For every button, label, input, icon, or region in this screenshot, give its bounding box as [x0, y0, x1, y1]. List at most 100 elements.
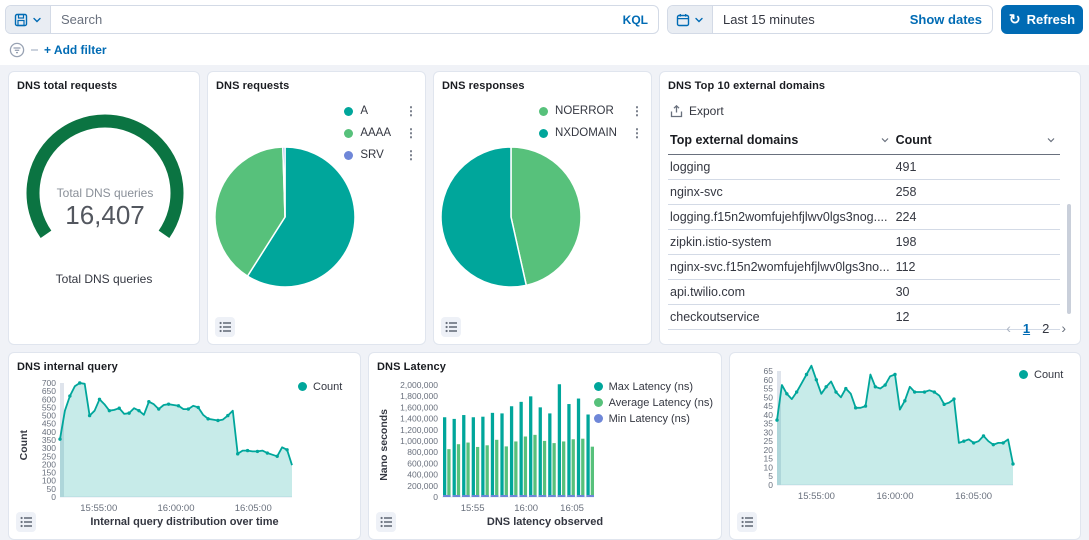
- legend-toggle-icon: [741, 516, 754, 528]
- area-chart[interactable]: 0510152025303540455055606515:55:0016:00:…: [751, 363, 1019, 503]
- legend-item-NXDOMAIN[interactable]: NXDOMAIN⋮: [539, 122, 643, 144]
- pie-chart[interactable]: [438, 144, 584, 290]
- pagination-page-1[interactable]: 1: [1023, 321, 1030, 336]
- bar-chart[interactable]: 0200,000400,000600,000800,0001,000,0001,…: [390, 375, 594, 515]
- x-axis-title: Internal query distribution over time: [17, 516, 352, 528]
- pie-chart[interactable]: [212, 144, 358, 290]
- top-bar: KQL Last 15 minutes Show dates ↻ Refresh: [0, 0, 1089, 65]
- kebab-menu-icon[interactable]: ⋮: [391, 106, 417, 116]
- chevron-down-icon: [694, 15, 704, 25]
- gauge-caption: Total DNS queries: [17, 272, 191, 286]
- kebab-menu-icon[interactable]: ⋮: [617, 106, 643, 116]
- table-row: logging.f15n2womfujehfjlwv0lgs3nog....22…: [668, 205, 1060, 230]
- column-header-count[interactable]: Count: [894, 128, 1060, 155]
- svg-text:15: 15: [764, 454, 774, 464]
- dashboard-grid: DNS total requests Total DNS queries 16,…: [0, 65, 1089, 540]
- pagination-next-icon[interactable]: ›: [1061, 320, 1066, 336]
- calendar-button[interactable]: [668, 6, 713, 33]
- table-scrollbar[interactable]: [1067, 204, 1071, 314]
- legend-dot: [539, 107, 548, 116]
- legend-toggle-button[interactable]: [441, 317, 461, 337]
- kql-button[interactable]: KQL: [613, 13, 658, 27]
- kebab-menu-icon[interactable]: ⋮: [617, 128, 643, 138]
- domain-cell: api.twilio.com: [668, 280, 894, 305]
- legend-item-NOERROR[interactable]: NOERROR⋮: [539, 100, 643, 122]
- pagination-page-2[interactable]: 2: [1042, 321, 1049, 336]
- refresh-icon: ↻: [1009, 11, 1021, 28]
- svg-text:200,000: 200,000: [407, 481, 438, 491]
- svg-text:55: 55: [764, 384, 774, 394]
- export-icon: [670, 105, 683, 118]
- time-range-value[interactable]: Last 15 minutes: [713, 12, 900, 27]
- panel-title: DNS responses: [442, 80, 643, 92]
- panel-top-external-domains: DNS Top 10 external domains Export Top e…: [659, 71, 1081, 345]
- legend-item-A[interactable]: A⋮: [344, 100, 417, 122]
- count-cell: 30: [894, 280, 1060, 305]
- svg-text:16:05:00: 16:05:00: [955, 491, 992, 502]
- table-row: api.twilio.com30: [668, 280, 1060, 305]
- legend-item-Average-Latency-(ns)[interactable]: Average Latency (ns): [594, 397, 713, 409]
- svg-text:35: 35: [764, 419, 774, 429]
- legend-item-Max-Latency-(ns)[interactable]: Max Latency (ns): [594, 381, 713, 393]
- svg-text:1,400,000: 1,400,000: [400, 414, 438, 424]
- legend-dot: [539, 129, 548, 138]
- chart-legend: Count: [298, 375, 342, 515]
- legend-dot: [594, 398, 603, 407]
- pie-legend: NOERROR⋮NXDOMAIN⋮: [539, 100, 643, 144]
- refresh-button[interactable]: ↻ Refresh: [1001, 5, 1083, 34]
- legend-dot: [344, 129, 353, 138]
- legend-toggle-button[interactable]: [737, 512, 757, 532]
- svg-text:2,000,000: 2,000,000: [400, 380, 438, 390]
- svg-text:16:00:00: 16:00:00: [158, 503, 195, 514]
- svg-text:16:05: 16:05: [560, 503, 584, 514]
- saved-query-button[interactable]: [6, 6, 51, 33]
- y-axis-title: [738, 363, 751, 503]
- table-row: nginx-svc.f15n2womfujehfjlwv0lgs3no...11…: [668, 255, 1060, 280]
- svg-text:16:00: 16:00: [514, 503, 538, 514]
- legend-dot: [298, 382, 307, 391]
- svg-text:600,000: 600,000: [407, 458, 438, 468]
- svg-text:0: 0: [768, 480, 773, 490]
- svg-text:700: 700: [42, 378, 56, 388]
- svg-text:25: 25: [764, 436, 774, 446]
- panel-title: DNS requests: [216, 80, 417, 92]
- legend-item-Count[interactable]: Count: [1019, 369, 1063, 381]
- svg-text:60: 60: [764, 375, 774, 385]
- svg-text:30: 30: [764, 427, 774, 437]
- area-chart[interactable]: 0501001502002503003504004505005506006507…: [30, 375, 298, 515]
- table-row: nginx-svc258: [668, 180, 1060, 205]
- legend-toggle-icon: [219, 321, 232, 333]
- legend-toggle-button[interactable]: [215, 317, 235, 337]
- kebab-menu-icon[interactable]: ⋮: [391, 128, 417, 138]
- legend-item-AAAA[interactable]: AAAA⋮: [344, 122, 417, 144]
- legend-item-Min-Latency-(ns)[interactable]: Min Latency (ns): [594, 413, 713, 425]
- table-row: logging491: [668, 155, 1060, 180]
- column-header-domains[interactable]: Top external domains: [668, 128, 894, 155]
- domain-cell: nginx-svc: [668, 180, 894, 205]
- pagination-prev-icon[interactable]: ‹: [1006, 320, 1011, 336]
- search-input[interactable]: [51, 12, 613, 27]
- table-row: zipkin.istio-system198: [668, 230, 1060, 255]
- panel-dns-latency: DNS Latency Nano seconds 0200,000400,000…: [368, 352, 722, 540]
- svg-text:1,000,000: 1,000,000: [400, 436, 438, 446]
- panel-title: DNS Latency: [377, 361, 713, 373]
- add-filter-link[interactable]: + Add filter: [44, 43, 107, 57]
- count-cell: 224: [894, 205, 1060, 230]
- svg-text:16:05:00: 16:05:00: [235, 503, 272, 514]
- svg-text:40: 40: [764, 410, 774, 420]
- legend-item-Count[interactable]: Count: [298, 381, 342, 393]
- gauge-chart: Total DNS queries 16,407: [17, 98, 193, 258]
- kebab-menu-icon[interactable]: ⋮: [391, 150, 417, 160]
- legend-toggle-button[interactable]: [376, 512, 396, 532]
- gauge-center-label: Total DNS queries: [57, 186, 154, 200]
- show-dates-link[interactable]: Show dates: [900, 12, 992, 27]
- svg-text:5: 5: [768, 471, 773, 481]
- count-cell: 491: [894, 155, 1060, 180]
- svg-text:45: 45: [764, 401, 774, 411]
- legend-dot: [594, 414, 603, 423]
- filter-icon[interactable]: [9, 42, 25, 58]
- chart-legend: Count: [1019, 363, 1063, 503]
- svg-text:1,800,000: 1,800,000: [400, 391, 438, 401]
- legend-toggle-button[interactable]: [16, 512, 36, 532]
- export-button[interactable]: Export: [670, 104, 1072, 118]
